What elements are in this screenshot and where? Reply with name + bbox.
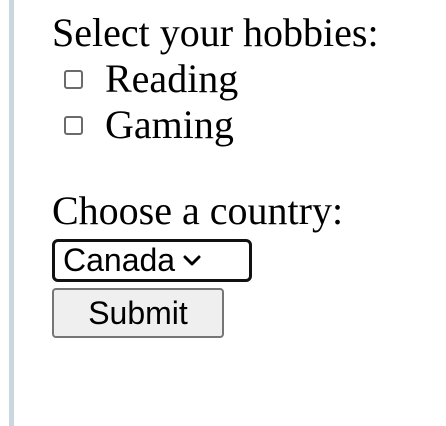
page: Select your hobbies: Reading Gaming Choo… [0, 0, 446, 426]
hobby-option-reading[interactable]: Reading [64, 56, 379, 102]
reading-checkbox[interactable] [64, 69, 83, 89]
reading-label: Reading [105, 56, 239, 101]
hobbies-label: Select your hobbies: [52, 10, 379, 55]
hobby-form: Select your hobbies: Reading Gaming Choo… [52, 10, 379, 338]
chevron-down-icon [183, 255, 201, 265]
left-border [9, 0, 14, 426]
submit-button[interactable]: Submit [52, 288, 224, 338]
country-select-value: Canada [63, 242, 176, 278]
country-label: Choose a country: [52, 188, 344, 233]
gaming-label: Gaming [105, 102, 234, 147]
gaming-checkbox[interactable] [64, 115, 83, 135]
country-select[interactable]: Canada [52, 239, 252, 282]
hobby-option-gaming[interactable]: Gaming [64, 102, 379, 148]
